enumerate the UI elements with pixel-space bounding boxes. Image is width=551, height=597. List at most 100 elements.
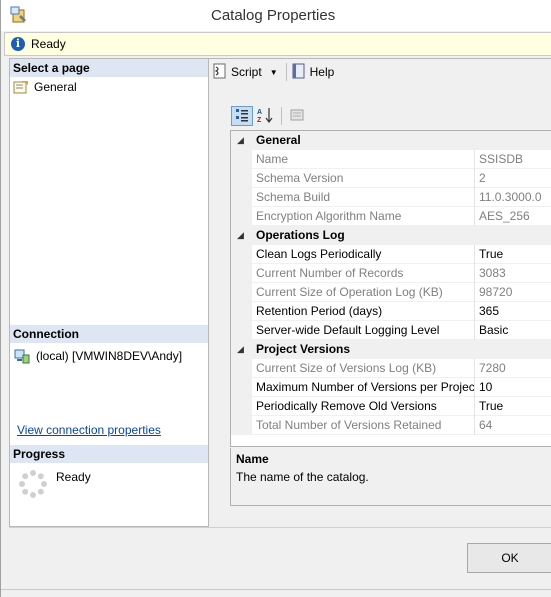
help-label: Help xyxy=(309,65,335,79)
description-panel: Name The name of the catalog. xyxy=(230,448,551,506)
category-label: Operations Log xyxy=(256,228,345,242)
svg-text:A: A xyxy=(257,109,262,116)
column-divider xyxy=(474,302,475,321)
property-pages-button xyxy=(286,106,308,126)
property-row[interactable]: Server-wide Default Logging Level Basic xyxy=(231,321,551,340)
column-divider xyxy=(474,416,475,435)
column-divider xyxy=(474,188,475,207)
connection-item: (local) [VMWIN8DEV\Andy] xyxy=(14,348,182,364)
alphabetical-view-button[interactable]: A Z xyxy=(255,106,277,126)
property-value: SSISDB xyxy=(479,152,524,166)
property-grid-toolbar: A Z xyxy=(231,106,310,126)
property-name: Retention Period (days) xyxy=(256,304,383,318)
property-name: Total Number of Versions Retained xyxy=(256,418,442,432)
page-item-label: General xyxy=(34,80,77,94)
help-button[interactable]: Help xyxy=(291,63,335,82)
column-divider xyxy=(474,207,475,226)
property-value: 3083 xyxy=(479,266,506,280)
property-row[interactable]: Encryption Algorithm Name AES_256 xyxy=(231,207,551,226)
property-pages-icon xyxy=(290,108,304,125)
title-bar: Catalog Properties xyxy=(1,0,551,31)
categorized-icon xyxy=(235,108,249,125)
column-divider xyxy=(474,150,475,169)
properties-page-icon xyxy=(13,80,29,94)
row-gutter xyxy=(231,150,252,169)
sort-alphabetical-icon: A Z xyxy=(257,107,275,126)
script-button[interactable]: Script ▼ xyxy=(212,63,278,82)
property-name: Maximum Number of Versions per Project xyxy=(256,380,474,394)
property-row[interactable]: Current Size of Operation Log (KB) 98720 xyxy=(231,283,551,302)
row-gutter xyxy=(231,264,252,283)
column-divider xyxy=(474,245,475,264)
categorized-view-button[interactable] xyxy=(231,106,253,126)
right-pane: Script ▼ Help A Z ◢ General Name SSISDB … xyxy=(209,58,551,527)
status-bar: i Ready xyxy=(4,32,551,56)
description-title: Name xyxy=(236,452,269,466)
script-icon xyxy=(212,63,231,82)
property-row[interactable]: Schema Build 11.0.3000.0 xyxy=(231,188,551,207)
button-bar: OK xyxy=(9,527,551,589)
property-row[interactable]: Name SSISDB xyxy=(231,150,551,169)
chevron-down-icon[interactable]: ▼ xyxy=(270,68,278,77)
property-value[interactable]: True xyxy=(479,399,551,413)
window-bottom-edge xyxy=(1,589,551,597)
connection-value: (local) [VMWIN8DEV\Andy] xyxy=(36,349,183,363)
description-text: The name of the catalog. xyxy=(236,470,369,484)
row-gutter xyxy=(231,378,252,397)
property-value[interactable]: 10 xyxy=(479,380,551,394)
property-row[interactable]: Current Number of Records 3083 xyxy=(231,264,551,283)
collapse-triangle-icon[interactable]: ◢ xyxy=(237,344,244,355)
column-divider xyxy=(474,359,475,378)
category-row-general[interactable]: ◢ General xyxy=(231,131,551,150)
row-gutter xyxy=(231,207,252,226)
property-value[interactable]: 365 xyxy=(479,304,551,318)
property-value: 11.0.3000.0 xyxy=(479,190,542,204)
view-connection-properties-link[interactable]: View connection properties xyxy=(17,423,161,437)
category-row-project-versions[interactable]: ◢ Project Versions xyxy=(231,340,551,359)
catalog-properties-window: Catalog Properties i Ready Select a page… xyxy=(0,0,551,597)
property-value: AES_256 xyxy=(479,209,530,223)
svg-text:Z: Z xyxy=(257,117,262,123)
category-row-operations-log[interactable]: ◢ Operations Log xyxy=(231,226,551,245)
column-divider xyxy=(474,321,475,340)
progress-item: Ready xyxy=(18,469,91,499)
category-label: General xyxy=(256,133,301,147)
progress-text: Ready xyxy=(56,470,91,484)
page-item-general[interactable]: General xyxy=(13,79,77,95)
property-row[interactable]: Clean Logs Periodically True xyxy=(231,245,551,264)
column-divider xyxy=(474,378,475,397)
ok-button[interactable]: OK xyxy=(467,543,551,573)
property-row[interactable]: Current Size of Versions Log (KB) 7280 xyxy=(231,359,551,378)
column-divider xyxy=(474,283,475,302)
row-gutter xyxy=(231,359,252,378)
connection-header: Connection xyxy=(10,325,208,343)
row-gutter xyxy=(231,416,252,435)
property-row[interactable]: Periodically Remove Old Versions True xyxy=(231,397,551,416)
collapse-triangle-icon[interactable]: ◢ xyxy=(237,230,244,241)
property-row[interactable]: Retention Period (days) 365 xyxy=(231,302,551,321)
property-value[interactable]: True xyxy=(479,247,551,261)
property-name: Clean Logs Periodically xyxy=(256,247,382,261)
grid-toolbar-separator xyxy=(281,107,282,125)
property-value: 2 xyxy=(479,171,486,185)
row-gutter xyxy=(231,321,252,340)
property-value: 98720 xyxy=(479,285,513,299)
collapse-triangle-icon[interactable]: ◢ xyxy=(237,135,244,146)
property-value[interactable]: Basic xyxy=(479,323,551,337)
property-row[interactable]: Schema Version 2 xyxy=(231,169,551,188)
progress-spinner-icon xyxy=(18,469,48,499)
progress-header: Progress xyxy=(10,445,208,463)
property-name: Encryption Algorithm Name xyxy=(256,209,402,223)
row-gutter xyxy=(231,283,252,302)
row-gutter xyxy=(231,188,252,207)
column-divider xyxy=(474,264,475,283)
property-row[interactable]: Maximum Number of Versions per Project 1… xyxy=(231,378,551,397)
property-name: Schema Build xyxy=(256,190,331,204)
property-name: Server-wide Default Logging Level xyxy=(256,323,440,337)
script-label: Script xyxy=(231,65,262,79)
info-icon: i xyxy=(11,37,25,51)
property-row[interactable]: Total Number of Versions Retained 64 xyxy=(231,416,551,435)
row-gutter xyxy=(231,169,252,188)
main-toolbar: Script ▼ Help xyxy=(209,59,551,85)
property-grid: ◢ General Name SSISDB Schema Version 2 S… xyxy=(230,130,551,447)
